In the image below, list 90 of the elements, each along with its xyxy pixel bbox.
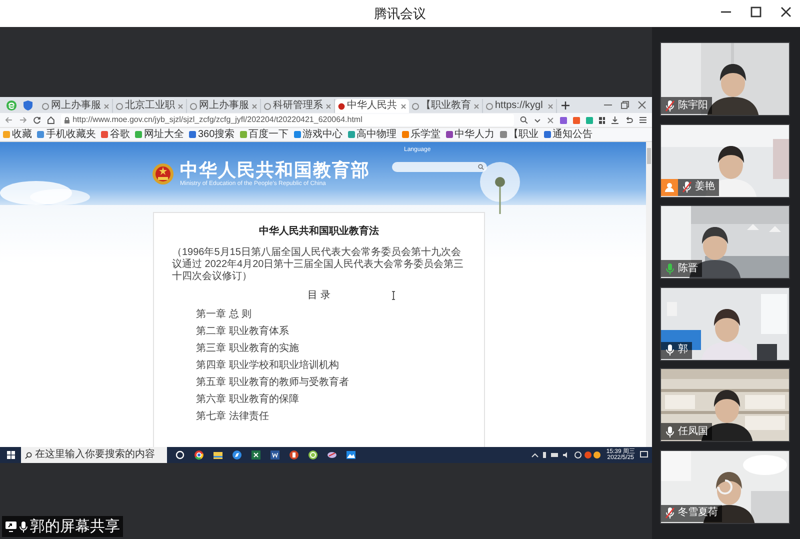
scrollbar[interactable] (646, 142, 652, 447)
document-title: 中华人民共和国职业教育法 (259, 227, 379, 237)
bookmark-item[interactable]: 收藏 (3, 130, 32, 140)
name-label: 姜艳 (678, 178, 719, 196)
toc-chapter[interactable]: 第二章 职业教育体系 (196, 327, 466, 337)
toc-chapter[interactable]: 第五章 职业教育的教师与受教育者 (196, 378, 466, 388)
name-label: 郭 (661, 342, 692, 358)
video-tile[interactable]: 陈宇阳 (660, 42, 790, 116)
restore-icon[interactable] (621, 101, 629, 109)
bookmark-item[interactable]: 高中物理 (348, 130, 397, 140)
name-label: 任凤国 (661, 423, 712, 440)
bookmark-icon (544, 131, 551, 138)
notification-icon[interactable] (640, 451, 648, 459)
microphone-icon (19, 520, 28, 532)
name-label: 陈宇阳 (661, 97, 712, 114)
browser-logo-icon[interactable] (308, 450, 318, 460)
caret-icon[interactable] (534, 116, 541, 124)
site-title: 中华人民共和国教育部 (180, 160, 370, 178)
cut-icon[interactable] (546, 116, 554, 124)
bookmark-icon (240, 131, 247, 138)
tray-icons-drawing[interactable] (531, 451, 602, 459)
taskbar-search-field[interactable]: 在这里输入你要搜索的内容 (21, 447, 167, 463)
window-title: 腾讯会议 (374, 4, 426, 23)
bookmark-item[interactable]: 360搜索 (189, 130, 235, 140)
back-icon[interactable] (5, 116, 13, 124)
bookmark-icon (348, 131, 355, 138)
toc-chapter[interactable]: 第七章 法律责任 (196, 412, 466, 422)
site-icon (338, 102, 345, 110)
search-icon[interactable] (520, 116, 528, 124)
bookmark-icon (446, 131, 453, 138)
presentation-icon[interactable] (289, 450, 299, 460)
emblem-icon (152, 162, 174, 184)
browser-tab[interactable]: 中华人民共 (335, 99, 409, 113)
video-tile[interactable]: 冬雪夏荷 (660, 450, 790, 524)
undo-icon[interactable] (625, 116, 634, 124)
compass-icon[interactable] (232, 450, 242, 460)
forward-icon[interactable] (18, 116, 27, 124)
bookmark-item[interactable]: 游戏中心 (294, 130, 343, 140)
bookmark-icon (101, 131, 108, 138)
menu-icon[interactable] (639, 116, 648, 124)
video-tile[interactable]: 姜艳 (660, 124, 790, 198)
spreadsheet-icon[interactable] (251, 450, 261, 460)
toc-chapter[interactable]: 第四章 职业学校和职业培训机构 (196, 361, 466, 371)
bookmark-item[interactable]: 网址大全 (135, 130, 184, 140)
toc-heading: 目 录 (308, 291, 330, 301)
search-icon (25, 452, 32, 458)
address-bar[interactable]: http://www.moe.gov.cn/jyb_sjzl/sjzl_zcfg/zcfg_jyfl/202204/t20220421_620064.html (60, 114, 514, 126)
site-search-field[interactable] (392, 162, 487, 172)
video-tile[interactable]: 陈晋 (660, 205, 790, 279)
bookmark-item[interactable]: 乐学堂 (402, 130, 441, 140)
bookmark-item[interactable]: 【职业 (500, 130, 539, 140)
toc-chapter[interactable]: 第三章 职业教育的实施 (196, 344, 466, 354)
name-label: 冬雪夏荷 (661, 504, 722, 522)
bookmark-item[interactable]: 百度一下 (240, 130, 289, 140)
bookmark-icon (135, 131, 142, 138)
document-preamble: （1996年5月15日第八届全国人民代表大会常务委员会第十九次会议通过 2022年4月20日第十三届全国人民代表大会常务委员会第三十四次会议修订） (172, 247, 465, 283)
text-cursor-icon (391, 291, 396, 300)
screen-share-icon (5, 521, 17, 532)
video-tile[interactable]: 任凤国 (660, 368, 790, 442)
close-icon[interactable] (780, 6, 792, 18)
toc-chapter[interactable]: 第一章 总 则 (196, 310, 466, 320)
folder-icon[interactable] (213, 450, 223, 460)
reload-icon[interactable] (32, 116, 41, 124)
bookmark-item[interactable]: 手机收藏夹 (37, 130, 96, 140)
grid-icon[interactable] (598, 116, 606, 124)
toc-chapter[interactable]: 第六章 职业教育的保障 (196, 395, 466, 405)
windows-icon[interactable] (7, 451, 15, 459)
screen-share-label: 郭的屏幕共享 (30, 519, 120, 534)
mountain-icon[interactable] (346, 450, 356, 460)
download-icon[interactable] (611, 116, 620, 124)
bookmark-item[interactable]: 中华人力 (446, 130, 495, 140)
bookmark-icon (294, 131, 301, 138)
new-tab-icon[interactable] (561, 100, 570, 110)
name-label: 陈晋 (661, 260, 702, 277)
bookmark-icon (3, 131, 10, 138)
bookmark-icon (189, 131, 196, 138)
bookmark-icon (500, 131, 507, 138)
shield-icon[interactable] (23, 100, 33, 110)
document-icon[interactable] (270, 450, 280, 460)
circle-icon[interactable] (175, 450, 185, 460)
bookmark-item[interactable]: 谷歌 (101, 130, 130, 140)
search-icon[interactable] (478, 164, 484, 170)
bookmark-item[interactable]: 通知公告 (544, 130, 593, 140)
lock-icon (64, 116, 70, 124)
browser-logo-icon (6, 100, 17, 110)
video-tile[interactable]: 郭 (660, 286, 790, 360)
maximize-icon[interactable] (750, 6, 762, 18)
bookmark-icon (402, 131, 409, 138)
home-icon[interactable] (46, 116, 55, 124)
bookmark-icon (37, 131, 44, 138)
